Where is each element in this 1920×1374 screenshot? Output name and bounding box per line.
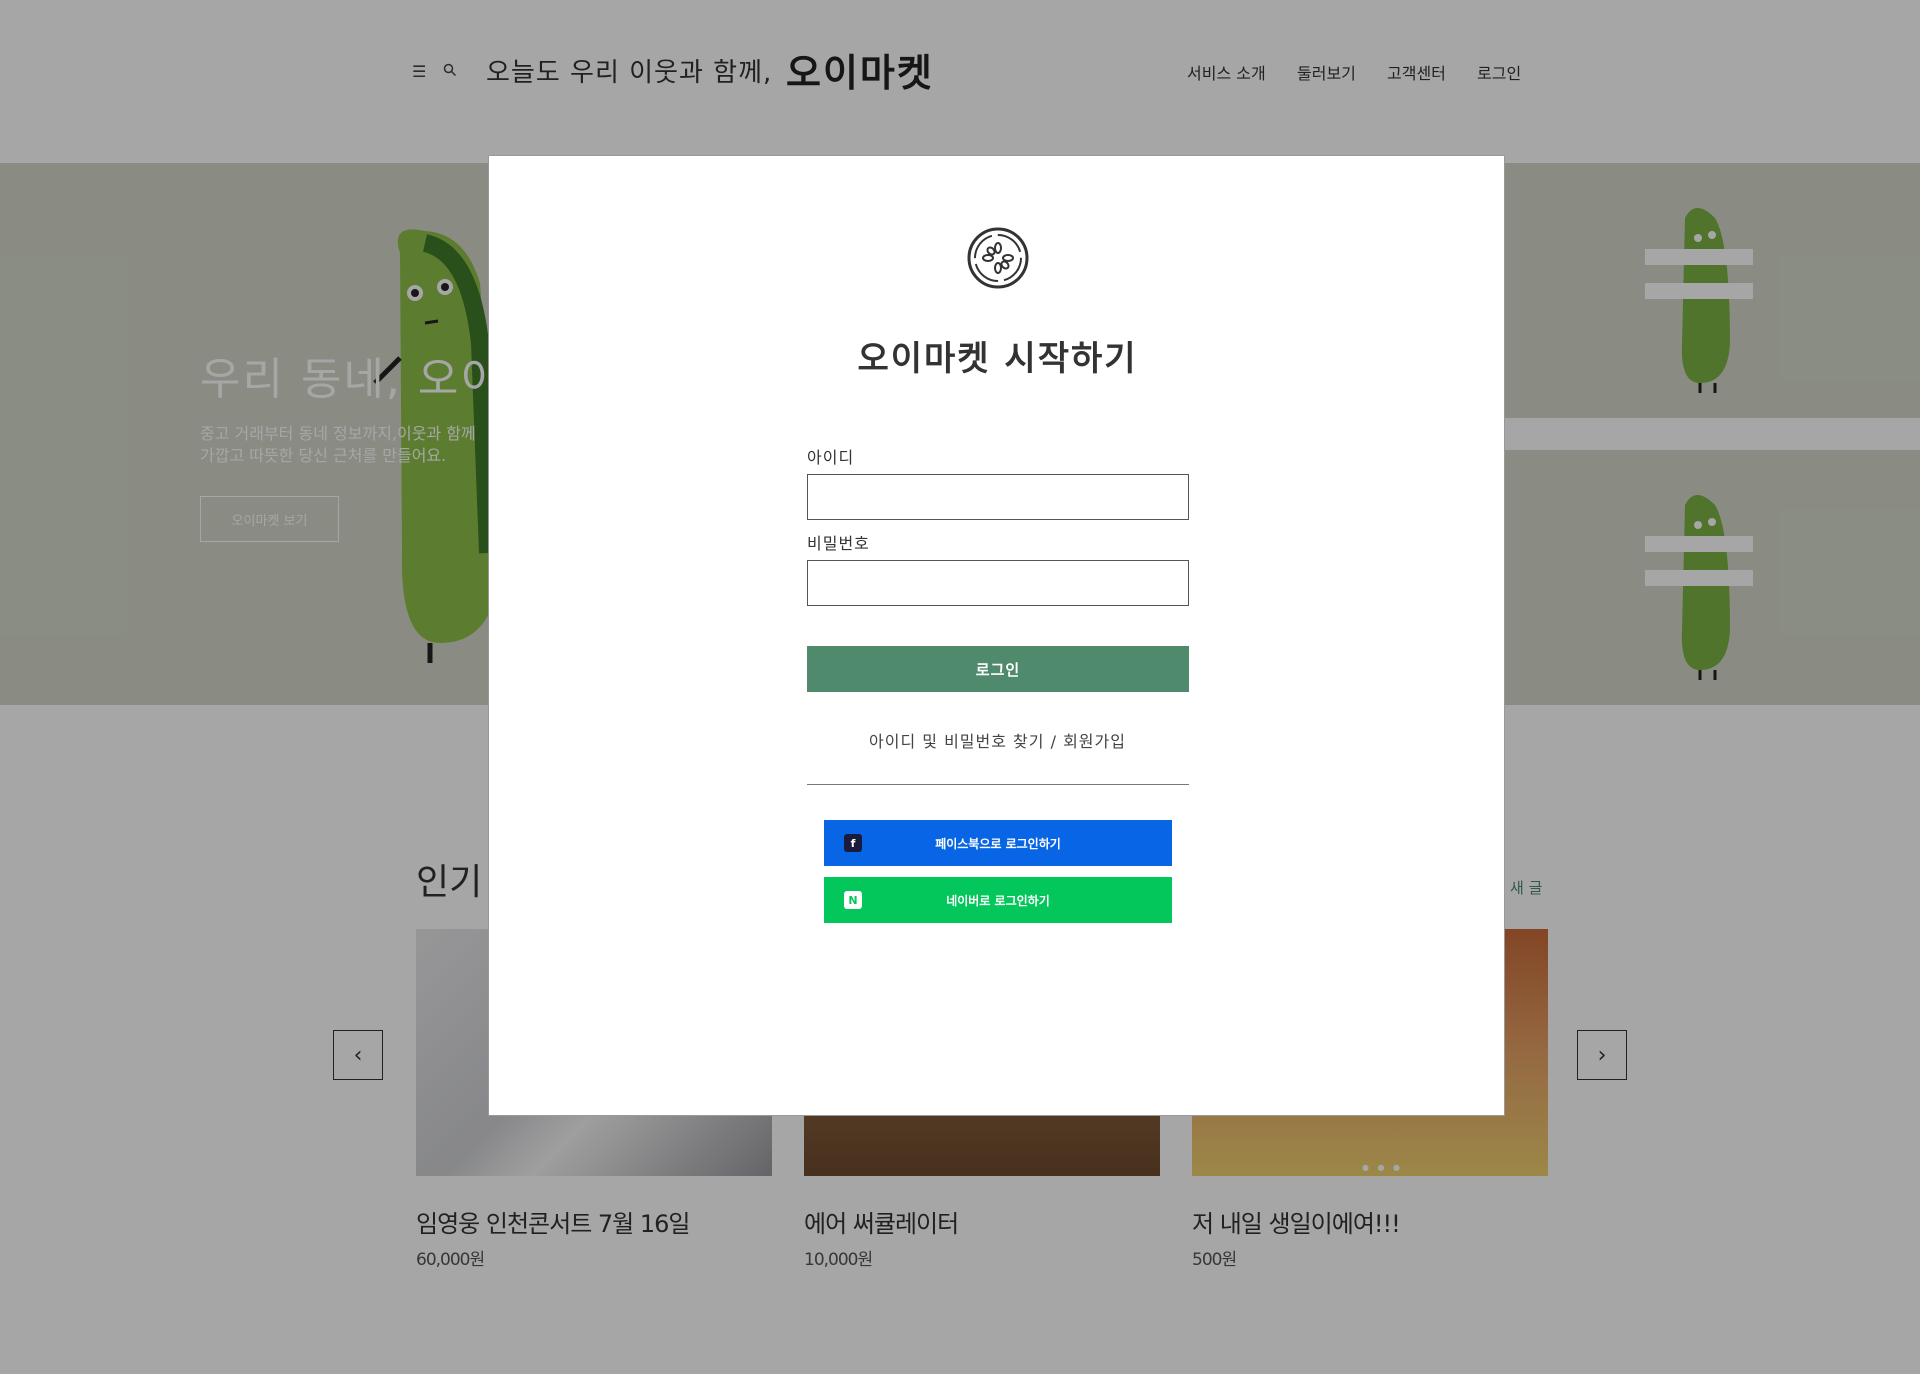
modal-title: 오이마켓 시작하기 [857,339,1138,379]
naver-login-button[interactable]: N 네이버로 로그인하기 [824,877,1172,923]
facebook-login-label: 페이스북으로 로그인하기 [935,836,1061,851]
facebook-icon: f [844,834,862,852]
account-links: 아이디 및 비밀번호 찾기 / 회원가입 [489,728,1506,752]
cucumber-logo-icon [967,227,1029,289]
signup-link[interactable]: 회원가입 [1063,732,1126,751]
facebook-login-button[interactable]: f 페이스북으로 로그인하기 [824,820,1172,866]
id-label: 아이디 [807,448,855,467]
naver-icon: N [844,891,862,909]
password-input[interactable] [807,560,1189,606]
id-input[interactable] [807,474,1189,520]
login-modal: 오이마켓 시작하기 아이디 비밀번호 로그인 아이디 및 비밀번호 찾기 / 회… [488,155,1505,1116]
link-separator: / [1050,732,1057,751]
password-label: 비밀번호 [807,534,870,553]
login-button[interactable]: 로그인 [807,646,1189,692]
find-account-link[interactable]: 아이디 및 비밀번호 찾기 [869,732,1044,751]
divider [807,784,1189,785]
naver-login-label: 네이버로 로그인하기 [946,893,1050,908]
